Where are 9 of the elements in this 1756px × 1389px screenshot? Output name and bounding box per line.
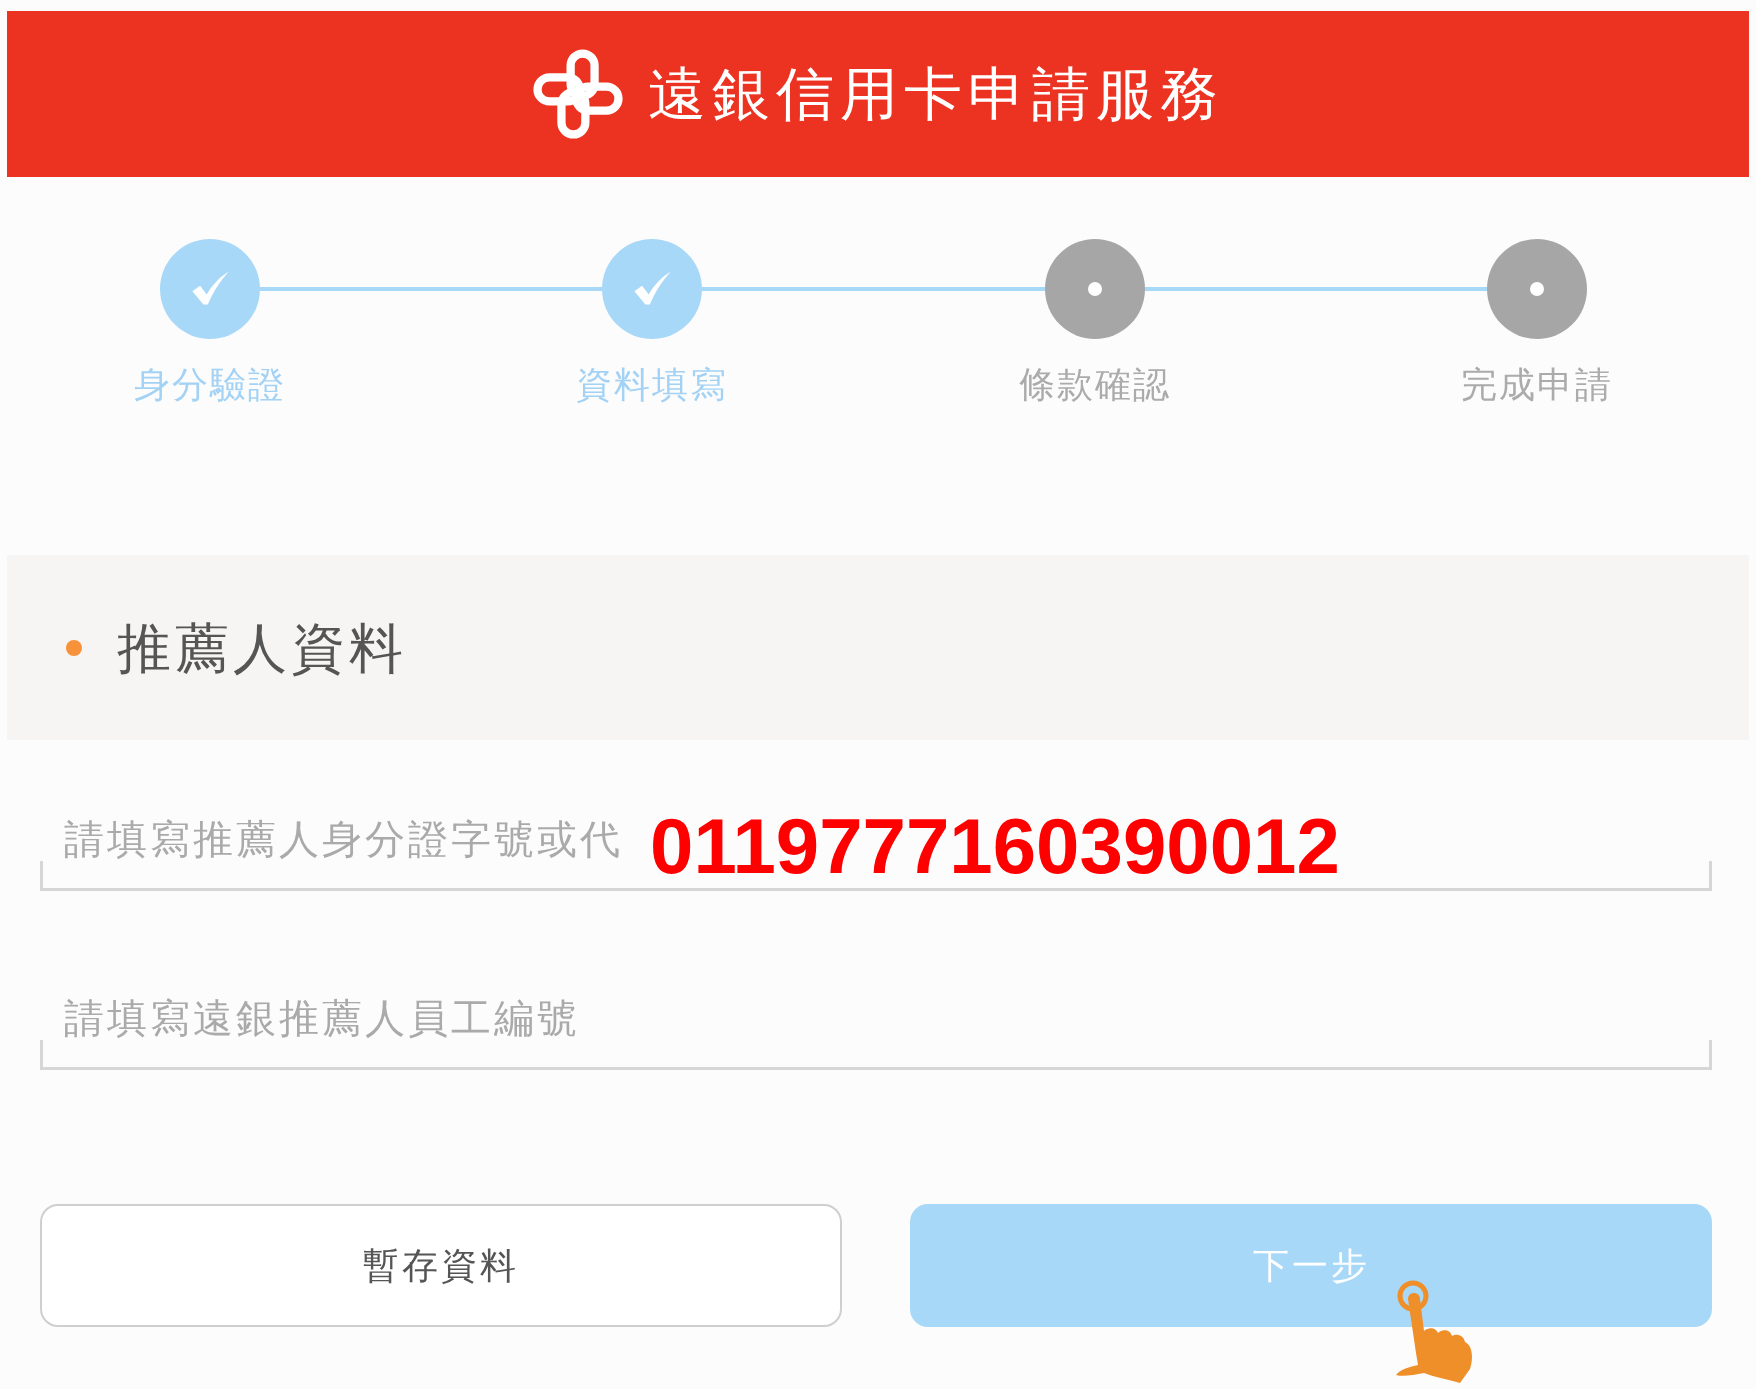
step-label: 完成申請 [1461, 367, 1613, 403]
section-title: 推薦人資料 [117, 620, 407, 675]
step-label: 條款確認 [1018, 367, 1171, 403]
annotation-number: 0119777160390012 [650, 807, 1340, 885]
input-field[interactable]: 請填寫遠銀推薦人員工編號 [40, 978, 1712, 1070]
step-label: 資料填寫 [576, 367, 729, 403]
header-title: 遠銀信用卡申請服務 [648, 65, 1224, 123]
step-label: 身分驗證 [134, 367, 286, 403]
save-button[interactable]: 暫存資料 [40, 1204, 842, 1327]
